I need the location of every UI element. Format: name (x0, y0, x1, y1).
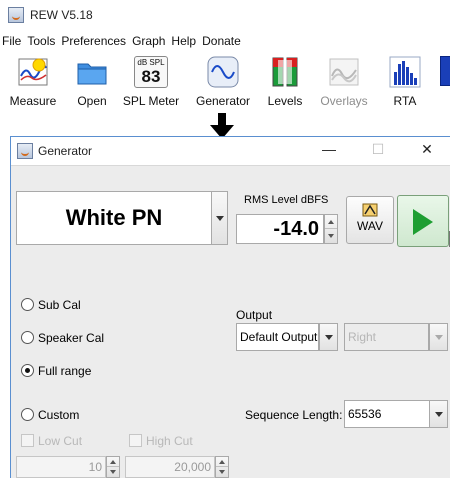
measure-icon (17, 56, 49, 88)
spinner-down-icon[interactable] (107, 467, 119, 477)
menu-tools[interactable]: Tools (24, 32, 58, 50)
radio-button-icon[interactable] (21, 408, 34, 421)
high-cut-spinner[interactable] (215, 456, 229, 478)
low-cut-field[interactable]: 10 (16, 456, 106, 478)
java-app-icon (8, 7, 24, 23)
high-cut-checkbox[interactable]: High Cut (129, 434, 193, 448)
overlays-button[interactable]: Overlays (318, 56, 370, 108)
radio-sub-cal[interactable]: Sub Cal (21, 298, 81, 314)
radio-custom[interactable]: Custom (21, 408, 79, 424)
output-label: Output (236, 308, 273, 322)
spinner-up-icon[interactable] (325, 215, 337, 229)
eq-icon (440, 56, 450, 88)
generator-window: Generator — ☐ ✕ White PN RMS Level dBFS … (10, 136, 450, 478)
spinner-up-icon[interactable] (107, 457, 119, 467)
overlays-icon (328, 56, 360, 88)
toolbar: Measure Open dB SPL 83 SPL Meter Generat… (0, 56, 450, 116)
signal-dropdown-arrow-icon[interactable] (211, 191, 228, 245)
measure-button[interactable]: Measure (8, 56, 58, 108)
maximize-button[interactable]: ☐ (368, 141, 388, 161)
menu-file[interactable]: File (0, 32, 24, 50)
close-button[interactable]: ✕ (417, 141, 437, 161)
rta-icon (389, 56, 421, 88)
rms-level-label: RMS Level dBFS (244, 194, 329, 206)
checkbox-icon[interactable] (129, 434, 142, 447)
menu-graph[interactable]: Graph (129, 32, 168, 50)
low-cut-checkbox[interactable]: Low Cut (21, 434, 82, 448)
sequence-length-combo[interactable]: 65536 (344, 400, 430, 428)
main-title-bar: REW V5.18 (0, 0, 450, 30)
play-button[interactable] (397, 195, 449, 247)
radio-button-icon[interactable] (21, 298, 34, 311)
spl-meter-button[interactable]: dB SPL 83 SPL Meter (122, 56, 180, 108)
low-cut-spinner[interactable] (106, 456, 120, 478)
folder-icon (76, 56, 108, 88)
radio-speaker-cal[interactable]: Speaker Cal (21, 331, 104, 347)
app-title: REW V5.18 (30, 8, 93, 22)
radio-button-checked-icon[interactable] (21, 364, 34, 377)
generator-title-bar[interactable]: Generator — ☐ ✕ (11, 137, 450, 165)
output-channel-combo[interactable]: Right (344, 323, 429, 351)
generator-title: Generator (38, 144, 93, 158)
spl-meter-icon: dB SPL 83 (134, 56, 168, 88)
spinner-down-icon[interactable] (325, 229, 337, 243)
high-cut-field[interactable]: 20,000 (125, 456, 215, 478)
rta-button[interactable]: RTA (388, 56, 422, 108)
spinner-up-icon[interactable] (216, 457, 228, 467)
minimize-button[interactable]: — (319, 141, 339, 161)
output-dropdown-arrow-icon[interactable] (319, 323, 338, 351)
open-button[interactable]: Open (72, 56, 112, 108)
menu-bar: File Tools Preferences Graph Help Donate (0, 32, 450, 52)
java-app-icon (17, 143, 33, 159)
sequence-dropdown-arrow-icon[interactable] (429, 400, 448, 428)
sequence-length-label: Sequence Length: (245, 408, 343, 422)
menu-help[interactable]: Help (168, 32, 199, 50)
levels-button[interactable]: Levels (266, 56, 304, 108)
rms-level-field[interactable]: -14.0 (236, 214, 324, 244)
radio-button-icon[interactable] (21, 331, 34, 344)
rms-level-spinner[interactable] (324, 214, 338, 244)
generator-icon (207, 56, 239, 88)
signal-type-combo[interactable]: White PN (16, 191, 212, 245)
channel-dropdown-arrow-icon[interactable] (429, 323, 448, 351)
checkbox-icon[interactable] (21, 434, 34, 447)
wav-file-icon (362, 203, 378, 217)
output-device-combo[interactable]: Default Output (236, 323, 319, 351)
spinner-down-icon[interactable] (216, 467, 228, 477)
next-toolbar-button-partial[interactable] (440, 56, 450, 94)
menu-donate[interactable]: Donate (199, 32, 244, 50)
menu-preferences[interactable]: Preferences (58, 32, 129, 50)
generator-button[interactable]: Generator (194, 56, 252, 108)
wav-button[interactable]: WAV (346, 196, 394, 244)
levels-icon (269, 56, 301, 88)
radio-full-range[interactable]: Full range (21, 364, 91, 380)
generator-body: White PN RMS Level dBFS -14.0 WAV S Sub … (11, 165, 450, 478)
